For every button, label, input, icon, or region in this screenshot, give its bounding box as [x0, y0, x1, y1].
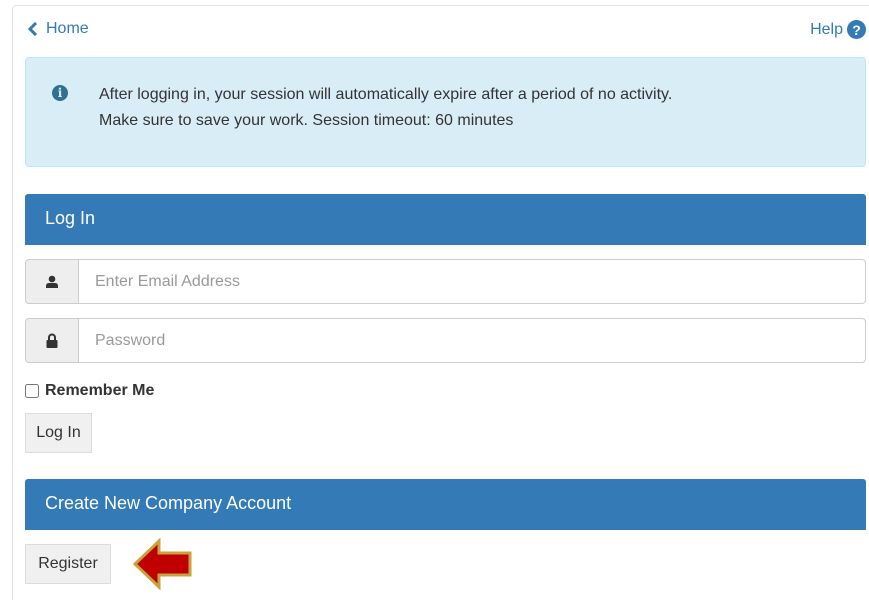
arrow-left-icon: [132, 538, 192, 590]
password-field[interactable]: [78, 318, 866, 363]
password-input-group: [25, 318, 866, 363]
home-link-label: Home: [46, 20, 89, 37]
lock-icon: [46, 333, 58, 348]
alert-line-1: After logging in, your session will auto…: [99, 86, 673, 103]
help-link[interactable]: Help ?: [810, 20, 866, 39]
register-button[interactable]: Register: [25, 544, 111, 584]
home-link[interactable]: Home: [28, 20, 89, 38]
alert-line-2: Make sure to save your work. Session tim…: [99, 112, 514, 129]
session-timeout-alert: i After logging in, your session will au…: [25, 57, 866, 167]
email-input-group: [25, 259, 866, 304]
remember-me[interactable]: Remember Me: [25, 382, 154, 400]
login-button[interactable]: Log In: [25, 413, 92, 453]
login-panel-heading: Log In: [25, 194, 866, 245]
email-field[interactable]: [78, 259, 866, 304]
question-circle-icon: ?: [847, 20, 866, 39]
user-icon: [46, 275, 58, 288]
alert-message: After logging in, your session will auto…: [99, 82, 672, 134]
create-account-panel-heading: Create New Company Account: [25, 479, 866, 530]
lock-icon-addon: [25, 318, 78, 363]
user-icon-addon: [25, 259, 78, 304]
remember-me-checkbox[interactable]: [25, 384, 39, 398]
top-navigation: Home Help ?: [28, 20, 866, 44]
remember-me-label: Remember Me: [45, 382, 155, 399]
chevron-left-icon: [28, 22, 38, 36]
info-icon: i: [52, 85, 68, 101]
help-link-label: Help: [810, 20, 843, 38]
